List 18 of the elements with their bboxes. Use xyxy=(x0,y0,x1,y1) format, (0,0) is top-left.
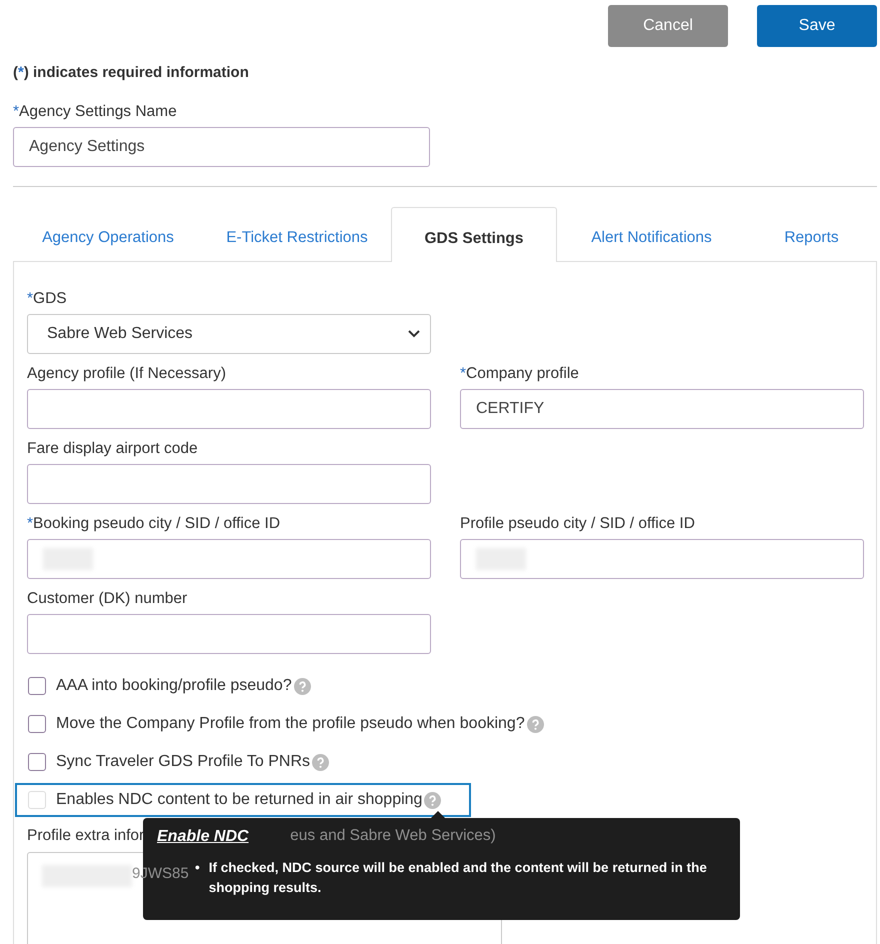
field-label: Profile extra infor xyxy=(27,827,144,845)
checkbox-label: AAA into booking/profile pseudo? xyxy=(56,677,292,695)
field-label: *Booking pseudo city / SID / office ID xyxy=(27,515,282,533)
field-label: Agency profile (If Necessary) xyxy=(27,365,227,383)
field-label: *Agency Settings Name xyxy=(13,103,178,121)
field-label: *Company profile xyxy=(460,365,580,383)
field-label: eus and Sabre Web Services) xyxy=(290,827,496,845)
checkbox-label: Move the Company Profile from the profile pseudo when booking? xyxy=(56,715,525,733)
field-label: Profile pseudo city / SID / office ID xyxy=(460,515,696,533)
required-legend: (*) indicates required information xyxy=(13,64,877,81)
field-label: Fare display airport code xyxy=(27,440,199,458)
tooltip-title: Enable NDC xyxy=(157,828,249,846)
bullet: • xyxy=(195,859,200,877)
field-label: *GDS xyxy=(27,290,68,308)
checkbox-label: Enables NDC content to be returned in air shopping xyxy=(56,791,422,809)
field-label: Customer (DK) number xyxy=(27,590,188,608)
tooltip-text: If checked, NDC source will be enabled and the content will be returned in the shopping results. xyxy=(208,859,708,897)
checkbox-label: Sync Traveler GDS Profile To PNRs xyxy=(56,753,310,771)
